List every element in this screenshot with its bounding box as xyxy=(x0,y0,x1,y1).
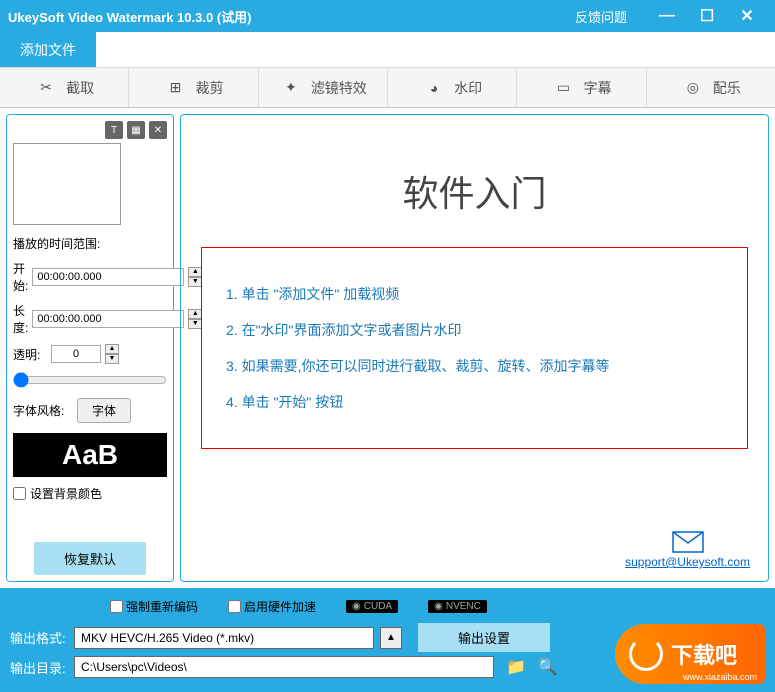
out-format-input[interactable] xyxy=(74,627,374,649)
tool-crop[interactable]: ⊞ 裁剪 xyxy=(129,68,258,107)
crop-icon: ⊞ xyxy=(163,76,187,100)
cuda-badge: ◉ CUDA xyxy=(346,600,398,613)
support-email: support@Ukeysoft.com xyxy=(625,555,750,569)
feedback-link[interactable]: 反馈问题 xyxy=(575,7,627,26)
opacity-label: 透明: xyxy=(13,346,47,363)
tool-label: 水印 xyxy=(454,78,482,98)
support-link[interactable]: support@Ukeysoft.com xyxy=(625,531,750,569)
subtitle-icon: ▭ xyxy=(551,76,575,100)
disc-icon: ◎ xyxy=(681,76,705,100)
drop-icon: ◕ xyxy=(422,76,446,100)
search-icon[interactable]: 🔍 xyxy=(538,657,558,677)
guide-step: 3. 如果需要,你还可以同时进行截取、裁剪、旋转、添加字幕等 xyxy=(226,356,723,376)
length-time-input[interactable] xyxy=(32,310,184,328)
bgcolor-checkbox[interactable] xyxy=(13,487,26,500)
force-encode-checkbox[interactable] xyxy=(110,600,123,613)
logo-url: www.xiazaiba.com xyxy=(683,672,757,682)
start-label: 开始: xyxy=(13,260,28,294)
scissors-icon: ✂ xyxy=(34,76,58,100)
minimize-button[interactable]: — xyxy=(647,7,687,25)
opacity-slider[interactable] xyxy=(13,372,167,388)
guide-step: 2. 在"水印"界面添加文字或者图片水印 xyxy=(226,320,723,340)
force-encode-label: 强制重新编码 xyxy=(126,598,198,615)
spinner-icon xyxy=(629,637,663,671)
font-sample: AaB xyxy=(13,433,167,477)
tool-label: 裁剪 xyxy=(195,78,223,98)
spin-up-icon[interactable]: ▲ xyxy=(105,344,119,354)
tool-label: 配乐 xyxy=(713,78,741,98)
download-logo[interactable]: 下载吧 www.xiazaiba.com xyxy=(615,624,765,684)
nvenc-badge: ◉ NVENC xyxy=(428,600,487,613)
maximize-button[interactable]: ☐ xyxy=(687,6,727,26)
tool-capture[interactable]: ✂ 截取 xyxy=(0,68,129,107)
preview-box xyxy=(13,143,121,225)
output-settings-button[interactable]: 输出设置 xyxy=(418,623,550,652)
opacity-input[interactable] xyxy=(51,345,101,363)
guide-box: 1. 单击 "添加文件" 加载视频 2. 在"水印"界面添加文字或者图片水印 3… xyxy=(201,247,748,449)
tool-label: 字幕 xyxy=(583,78,611,98)
tab-add-file[interactable]: 添加文件 xyxy=(0,32,96,67)
start-time-input[interactable] xyxy=(32,268,184,286)
guide-title: 软件入门 xyxy=(201,165,748,217)
mail-icon xyxy=(672,531,704,553)
out-format-label: 输出格式: xyxy=(10,628,68,647)
reset-button[interactable]: 恢复默认 xyxy=(34,542,146,575)
hw-accel-checkbox[interactable] xyxy=(228,600,241,613)
tool-label: 截取 xyxy=(66,78,94,98)
close-button[interactable]: ✕ xyxy=(727,6,767,26)
time-range-label: 播放的时间范围: xyxy=(13,235,167,252)
bottom-bar: 强制重新编码 启用硬件加速 ◉ CUDA ◉ NVENC 输出格式: ▲ 输出设… xyxy=(0,588,775,692)
tool-label: 滤镜特效 xyxy=(311,78,367,98)
guide-step: 4. 单击 "开始" 按钮 xyxy=(226,392,723,412)
bgcolor-label: 设置背景颜色 xyxy=(30,485,102,502)
tool-music[interactable]: ◎ 配乐 xyxy=(647,68,775,107)
font-button[interactable]: 字体 xyxy=(77,398,131,423)
right-panel: 软件入门 1. 单击 "添加文件" 加载视频 2. 在"水印"界面添加文字或者图… xyxy=(180,114,769,582)
delete-icon[interactable]: ✕ xyxy=(149,121,167,139)
format-dropdown-icon[interactable]: ▲ xyxy=(380,627,402,649)
image-tool-icon[interactable]: ▦ xyxy=(127,121,145,139)
tool-watermark[interactable]: ◕ 水印 xyxy=(388,68,517,107)
window-title: UkeySoft Video Watermark 10.3.0 (试用) xyxy=(8,7,575,26)
length-label: 长度: xyxy=(13,302,28,336)
spin-down-icon[interactable]: ▼ xyxy=(105,354,119,364)
folder-icon[interactable]: 📁 xyxy=(506,657,526,677)
left-panel: T ▦ ✕ 播放的时间范围: 开始: ▲▼ 长度: ▲▼ 透明: ▲▼ 字体风格… xyxy=(6,114,174,582)
guide-step: 1. 单击 "添加文件" 加载视频 xyxy=(226,284,723,304)
out-dir-input[interactable] xyxy=(74,656,494,678)
hw-accel-label: 启用硬件加速 xyxy=(244,598,316,615)
tool-filter[interactable]: ✦ 滤镜特效 xyxy=(259,68,388,107)
logo-text: 下载吧 xyxy=(671,638,737,670)
tool-subtitle[interactable]: ▭ 字幕 xyxy=(517,68,646,107)
out-dir-label: 输出目录: xyxy=(10,658,68,677)
wand-icon: ✦ xyxy=(279,76,303,100)
text-tool-icon[interactable]: T xyxy=(105,121,123,139)
fontstyle-label: 字体风格: xyxy=(13,402,73,419)
